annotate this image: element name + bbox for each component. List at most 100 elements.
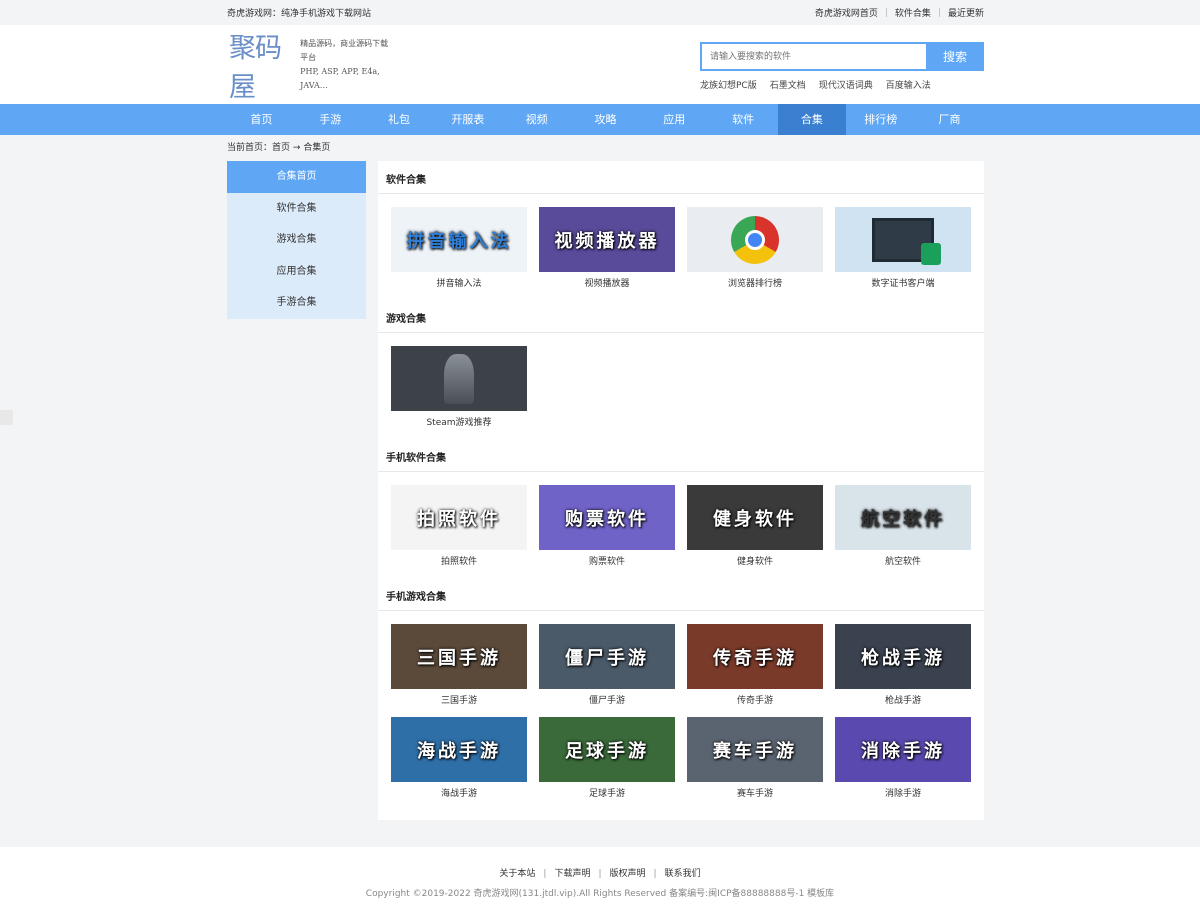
top-links: 奇虎游戏网首页 | 软件合集 | 最近更新 bbox=[815, 6, 984, 20]
logo-mark: 聚码屋 bbox=[229, 33, 282, 103]
top-link-home[interactable]: 奇虎游戏网首页 bbox=[815, 6, 878, 19]
collection-card[interactable]: 航空软件 航空软件 bbox=[835, 485, 971, 568]
collection-caption[interactable]: 三国手游 bbox=[391, 693, 527, 707]
hot-keyword[interactable]: 龙族幻想PC版 bbox=[700, 78, 757, 91]
hot-keyword[interactable]: 百度输入法 bbox=[886, 78, 931, 91]
collection-thumbnail[interactable]: 航空软件 bbox=[835, 485, 971, 550]
collection-card[interactable]: 枪战手游 枪战手游 bbox=[835, 624, 971, 707]
search-bar: 搜索 bbox=[700, 42, 984, 71]
nav-item-videos[interactable]: 视频 bbox=[502, 104, 571, 135]
nav-item-collections[interactable]: 合集 bbox=[777, 104, 847, 135]
top-link-recent-updates[interactable]: 最近更新 bbox=[948, 6, 984, 19]
nav-item-apps[interactable]: 应用 bbox=[640, 104, 709, 135]
nav-item-software[interactable]: 软件 bbox=[709, 104, 778, 135]
collection-grid: Steam游戏推荐 bbox=[378, 333, 984, 439]
footer-link-copyright[interactable]: 版权声明 bbox=[610, 869, 646, 879]
collection-card[interactable]: 足球手游 足球手游 bbox=[539, 717, 675, 800]
collection-card[interactable]: 海战手游 海战手游 bbox=[391, 717, 527, 800]
nav-item-rankings[interactable]: 排行榜 bbox=[846, 104, 915, 135]
side-float-tab[interactable] bbox=[0, 410, 13, 425]
collection-caption[interactable]: 健身软件 bbox=[687, 554, 823, 568]
collection-caption[interactable]: 拍照软件 bbox=[391, 554, 527, 568]
collection-caption[interactable]: 视频播放器 bbox=[539, 276, 675, 290]
collection-caption[interactable]: 购票软件 bbox=[539, 554, 675, 568]
thumbnail-title: 僵尸手游 bbox=[565, 647, 649, 669]
collection-caption[interactable]: 拼音输入法 bbox=[391, 276, 527, 290]
collection-thumbnail[interactable] bbox=[687, 207, 823, 272]
hot-keyword[interactable]: 石墨文档 bbox=[770, 78, 806, 91]
collection-thumbnail[interactable]: 购票软件 bbox=[539, 485, 675, 550]
thumbnail-title: 航空软件 bbox=[861, 508, 945, 530]
nav-item-server-list[interactable]: 开服表 bbox=[433, 104, 502, 135]
collection-thumbnail[interactable] bbox=[835, 207, 971, 272]
search-button[interactable]: 搜索 bbox=[926, 42, 984, 71]
hot-keyword[interactable]: 现代汉语词典 bbox=[819, 78, 873, 91]
collection-card[interactable]: 数字证书客户端 bbox=[835, 207, 971, 290]
collection-thumbnail[interactable]: 三国手游 bbox=[391, 624, 527, 689]
collection-thumbnail[interactable]: 枪战手游 bbox=[835, 624, 971, 689]
top-link-software-collection[interactable]: 软件合集 bbox=[895, 6, 931, 19]
nav-item-gifts[interactable]: 礼包 bbox=[365, 104, 434, 135]
main-nav: 首页 手游 礼包 开服表 视频 攻略 应用 软件 合集 排行榜 厂商 bbox=[0, 104, 1200, 135]
collection-card[interactable]: 视频播放器 视频播放器 bbox=[539, 207, 675, 290]
nav-item-home[interactable]: 首页 bbox=[227, 104, 296, 135]
collection-thumbnail[interactable]: 足球手游 bbox=[539, 717, 675, 782]
footer-link-contact[interactable]: 联系我们 bbox=[665, 869, 701, 879]
collection-caption[interactable]: 枪战手游 bbox=[835, 693, 971, 707]
collection-caption[interactable]: 海战手游 bbox=[391, 786, 527, 800]
collection-card[interactable]: 购票软件 购票软件 bbox=[539, 485, 675, 568]
sidebar-item-games[interactable]: 游戏合集 bbox=[227, 224, 366, 256]
certificate-icon bbox=[872, 217, 941, 265]
collection-thumbnail[interactable]: 传奇手游 bbox=[687, 624, 823, 689]
sidebar-item-mobile-games[interactable]: 手游合集 bbox=[227, 287, 366, 319]
collection-caption[interactable]: 消除手游 bbox=[835, 786, 971, 800]
collection-thumbnail[interactable]: 健身软件 bbox=[687, 485, 823, 550]
collection-card[interactable]: 传奇手游 传奇手游 bbox=[687, 624, 823, 707]
collection-thumbnail[interactable]: 消除手游 bbox=[835, 717, 971, 782]
collection-card[interactable]: 拼音输入法 拼音输入法 bbox=[391, 207, 527, 290]
nav-item-mobile-games[interactable]: 手游 bbox=[296, 104, 365, 135]
collection-thumbnail[interactable]: 视频播放器 bbox=[539, 207, 675, 272]
collection-thumbnail[interactable] bbox=[391, 346, 527, 411]
thumbnail-title: 枪战手游 bbox=[861, 647, 945, 669]
collection-caption[interactable]: Steam游戏推荐 bbox=[391, 415, 527, 429]
nav-item-vendors[interactable]: 厂商 bbox=[915, 104, 984, 135]
site-logo[interactable]: 聚码屋 精品源码，商业源码下载平台 PHP, ASP, APP, E4a, JA… bbox=[229, 33, 389, 103]
collection-card[interactable]: 僵尸手游 僵尸手游 bbox=[539, 624, 675, 707]
sidebar: 合集首页 软件合集 游戏合集 应用合集 手游合集 bbox=[227, 161, 366, 319]
collection-caption[interactable]: 航空软件 bbox=[835, 554, 971, 568]
breadcrumb-home[interactable]: 首页 bbox=[272, 143, 290, 153]
collection-thumbnail[interactable]: 僵尸手游 bbox=[539, 624, 675, 689]
collection-card[interactable]: 健身软件 健身软件 bbox=[687, 485, 823, 568]
collection-caption[interactable]: 僵尸手游 bbox=[539, 693, 675, 707]
collection-card[interactable]: 赛车手游 赛车手游 bbox=[687, 717, 823, 800]
sidebar-item-collections-home[interactable]: 合集首页 bbox=[227, 161, 366, 193]
nav-item-guides[interactable]: 攻略 bbox=[571, 104, 640, 135]
collection-card[interactable]: 拍照软件 拍照软件 bbox=[391, 485, 527, 568]
collection-caption[interactable]: 传奇手游 bbox=[687, 693, 823, 707]
collection-card[interactable]: 浏览器排行榜 bbox=[687, 207, 823, 290]
breadcrumb-current: 合集页 bbox=[303, 143, 331, 153]
collection-thumbnail[interactable]: 拍照软件 bbox=[391, 485, 527, 550]
collection-caption[interactable]: 足球手游 bbox=[539, 786, 675, 800]
collection-card[interactable]: 消除手游 消除手游 bbox=[835, 717, 971, 800]
copyright-text: Copyright ©2019-2022 奇虎游戏网(131.jtdl.vip)… bbox=[365, 889, 835, 899]
collection-caption[interactable]: 赛车手游 bbox=[687, 786, 823, 800]
footer-link-download-notice[interactable]: 下载声明 bbox=[554, 869, 590, 879]
collection-thumbnail[interactable]: 拼音输入法 bbox=[391, 207, 527, 272]
collection-caption[interactable]: 浏览器排行榜 bbox=[687, 276, 823, 290]
search-input[interactable] bbox=[700, 42, 926, 71]
thumbnail-title: 三国手游 bbox=[417, 647, 501, 669]
hot-keywords: 龙族幻想PC版 石墨文档 现代汉语词典 百度输入法 bbox=[700, 78, 944, 91]
collection-thumbnail[interactable]: 赛车手游 bbox=[687, 717, 823, 782]
footer-links: 关于本站 | 下载声明 | 版权声明 | 联系我们 bbox=[0, 866, 1200, 879]
collection-thumbnail[interactable]: 海战手游 bbox=[391, 717, 527, 782]
collection-card[interactable]: Steam游戏推荐 bbox=[391, 346, 527, 429]
collection-caption[interactable]: 数字证书客户端 bbox=[835, 276, 971, 290]
thumbnail-title: 消除手游 bbox=[861, 740, 945, 762]
collection-card[interactable]: 三国手游 三国手游 bbox=[391, 624, 527, 707]
footer-link-about[interactable]: 关于本站 bbox=[499, 869, 535, 879]
sidebar-item-apps[interactable]: 应用合集 bbox=[227, 256, 366, 288]
sidebar-item-software[interactable]: 软件合集 bbox=[227, 193, 366, 225]
collection-grid: 拼音输入法 拼音输入法 视频播放器 视频播放器 浏览器排行榜 数字证书客户端 bbox=[378, 194, 984, 300]
